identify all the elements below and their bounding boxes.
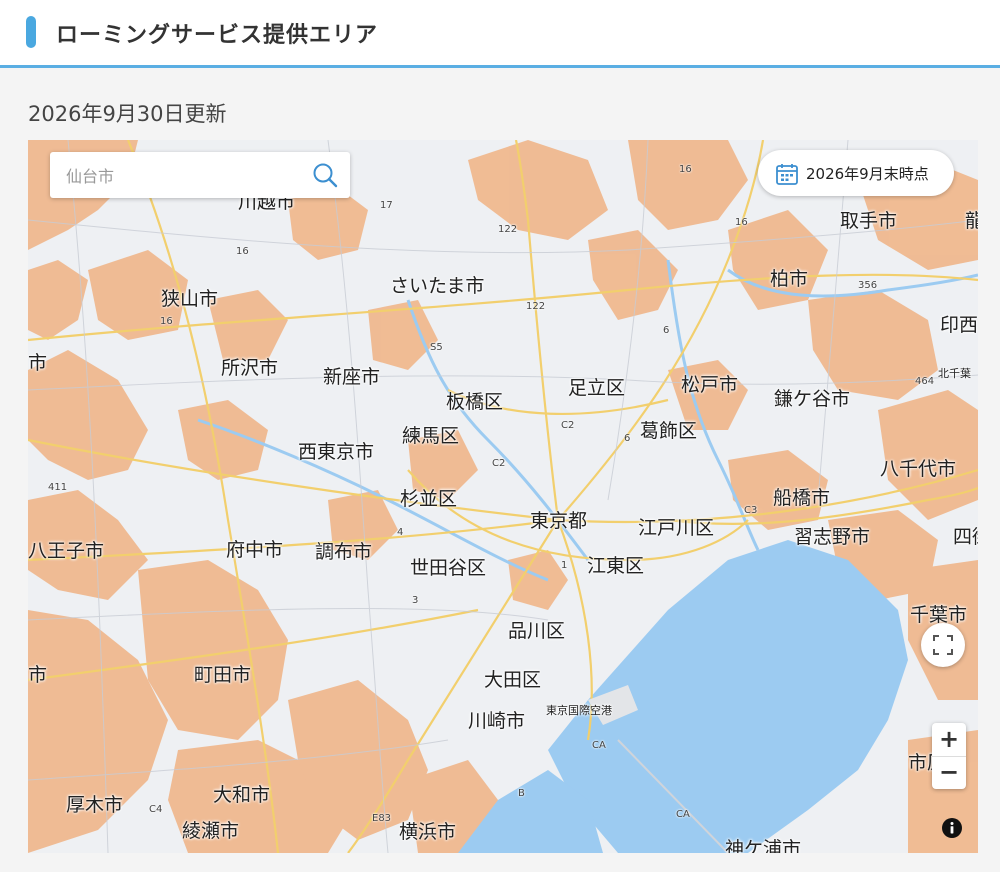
- label-ota: 大田区: [484, 669, 542, 691]
- route-number: 356: [858, 280, 878, 291]
- zoom-in-button[interactable]: +: [932, 723, 966, 757]
- label-edogawa: 江戸川区: [638, 517, 715, 539]
- label-inzai: 印西: [940, 314, 978, 336]
- route-number: C2: [561, 420, 575, 431]
- search-button[interactable]: [310, 160, 340, 190]
- label-ayase: 綾瀬市: [182, 820, 240, 842]
- label-ryu: 龍: [965, 210, 978, 232]
- label-yamato: 大和市: [213, 784, 271, 806]
- calendar-icon: [776, 164, 798, 185]
- route-number: 16: [236, 246, 249, 257]
- label-haneda: 東京国際空港: [546, 704, 612, 717]
- zoom-out-button[interactable]: −: [932, 756, 966, 789]
- route-number: 122: [526, 301, 546, 312]
- label-kashiwa: 柏市: [770, 268, 809, 290]
- label-narashino: 習志野市: [794, 526, 871, 548]
- route-number: 6: [624, 433, 631, 444]
- date-badge-text: 2026年9月末時点: [806, 165, 929, 183]
- label-atsugi: 厚木市: [66, 794, 124, 816]
- label-funabashi: 船橋市: [773, 487, 831, 509]
- route-number: 16: [735, 217, 748, 228]
- label-setagaya: 世田谷区: [410, 557, 487, 579]
- route-number: 411: [48, 482, 68, 493]
- route-number: B: [518, 788, 525, 799]
- label-yotsukaido: 四街: [953, 526, 978, 548]
- label-yachiyo: 八千代市: [880, 458, 957, 480]
- label-adachi: 足立区: [568, 377, 626, 399]
- label-nishitokyo: 西東京市: [298, 441, 375, 463]
- route-number: 6: [663, 325, 670, 336]
- label-niiza: 新座市: [323, 366, 381, 388]
- label-toride: 取手市: [840, 210, 898, 232]
- route-number: 17: [380, 200, 393, 211]
- label-kitachiba: 北千葉: [938, 367, 971, 380]
- zoom-control: + −: [932, 723, 966, 789]
- route-number: 464: [915, 376, 935, 387]
- map-search-input[interactable]: [64, 161, 298, 191]
- info-button[interactable]: [940, 816, 964, 840]
- route-number: C4: [149, 804, 163, 815]
- label-shi-left1: 市: [28, 352, 48, 374]
- fullscreen-button[interactable]: [921, 623, 965, 667]
- info-icon: [942, 818, 962, 838]
- search-icon: [313, 163, 338, 188]
- label-shinagawa: 品川区: [508, 620, 566, 642]
- label-suginami: 杉並区: [400, 488, 458, 510]
- label-kisarazu: 神ケ浦市: [725, 838, 802, 853]
- map-base-layer: [28, 140, 978, 853]
- header-accent-bar: [26, 16, 36, 48]
- route-number: CA: [592, 740, 606, 751]
- route-number: 16: [160, 316, 173, 327]
- route-number: CA: [676, 809, 690, 820]
- route-number: 3: [412, 595, 419, 606]
- label-tokorozawa: 所沢市: [221, 357, 279, 379]
- page-header: ローミングサービス提供エリア: [0, 0, 1000, 68]
- route-number: 16: [679, 164, 692, 175]
- label-katsushika: 葛飾区: [640, 420, 698, 442]
- label-kawasaki: 川崎市: [468, 710, 526, 732]
- label-machida: 町田市: [194, 664, 252, 686]
- label-yokohama: 横浜市: [399, 821, 457, 843]
- coverage-map[interactable]: 川越市 さいたま市 取手市 龍 狭山市 柏市 印西 市 所沢市 新座市 足立区 …: [28, 140, 978, 853]
- route-number: C3: [744, 505, 758, 516]
- label-chofu: 調布市: [315, 541, 373, 563]
- label-shi-left2: 市: [28, 664, 48, 686]
- label-koto: 江東区: [587, 555, 645, 577]
- label-itabashi: 板橋区: [446, 391, 504, 413]
- label-matsudo: 松戸市: [681, 374, 739, 396]
- map-search-box: [50, 152, 350, 198]
- label-tokyo: 東京都: [530, 510, 588, 532]
- route-number: S5: [430, 342, 443, 353]
- route-number: 122: [498, 224, 518, 235]
- label-hachioji: 八王子市: [28, 540, 105, 562]
- label-kamagaya: 鎌ケ谷市: [774, 388, 851, 410]
- page-title: ローミングサービス提供エリア: [56, 23, 379, 48]
- label-sayama: 狭山市: [161, 288, 219, 310]
- route-number: E83: [372, 813, 392, 824]
- label-nerima: 練馬区: [402, 425, 460, 447]
- route-number: C2: [492, 458, 506, 469]
- updated-date: 2026年9月30日更新: [28, 102, 227, 126]
- fullscreen-icon: [933, 635, 953, 655]
- label-saitama: さいたま市: [390, 275, 485, 297]
- label-fuchu: 府中市: [226, 539, 284, 561]
- route-number: 1: [561, 560, 568, 571]
- date-badge[interactable]: 2026年9月末時点: [758, 150, 954, 196]
- route-number: 4: [397, 527, 404, 538]
